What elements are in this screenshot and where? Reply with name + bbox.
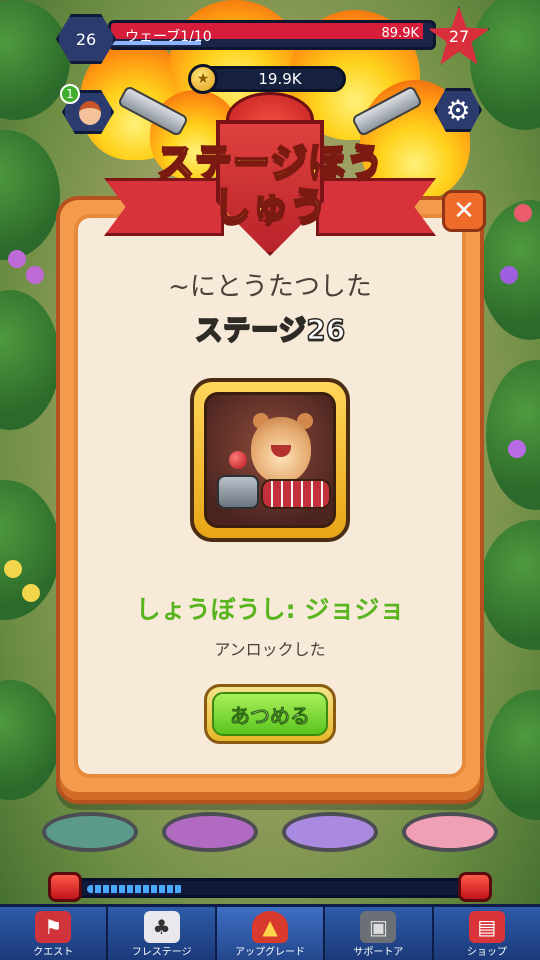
spawn-progress-fill: [87, 885, 183, 893]
bush: [0, 130, 60, 260]
tower-slot: [282, 812, 378, 852]
flower: [514, 204, 532, 222]
coin-counter: 19.9K: [196, 66, 346, 92]
nav-label: アップグレード: [235, 947, 306, 958]
flower: [22, 584, 40, 602]
notification-badge: 1: [60, 84, 80, 104]
backpack-icon: ▣: [360, 911, 397, 943]
flower: [4, 560, 22, 578]
reward-name: しょうぼうし: ジョジョ: [135, 595, 405, 624]
nav-label: サポートア: [353, 947, 404, 958]
nav-label: フレステージ: [131, 947, 192, 958]
bush: [486, 690, 540, 820]
spawn-progress-bar: [58, 878, 478, 898]
nav-label: クエスト: [33, 947, 74, 958]
dialog-title-line1: ステージほう: [155, 139, 384, 185]
hose-reel: [261, 479, 331, 509]
bush: [0, 0, 70, 120]
tower-slot: [402, 812, 498, 852]
flower: [508, 440, 526, 458]
close-button[interactable]: ✕: [442, 190, 486, 232]
wave-hp: 89.9K: [381, 26, 419, 41]
unlocked-label: アンロックした: [214, 640, 326, 659]
extinguisher-cap-right: [458, 872, 492, 902]
tower-slot: [42, 812, 138, 852]
bottom-nav: ⚑ クエスト ♣ フレステージ ▲ アップグレード ▣ サポートア ▤ ショップ: [0, 904, 540, 960]
tower-slot: [162, 812, 258, 852]
flower: [500, 266, 518, 284]
extinguisher-icon: ⚑: [35, 911, 72, 943]
flower: [8, 250, 26, 268]
helmet-icon: ▲: [252, 911, 289, 943]
bush: [480, 520, 540, 650]
nav-item-prestage[interactable]: ♣ フレステージ: [106, 907, 214, 960]
shop-icon: ▤: [468, 911, 505, 943]
bush: [0, 680, 60, 800]
wave-progress-bar: ウェーブ1/10 89.9K: [108, 20, 436, 50]
nav-item-support[interactable]: ▣ サポートア: [323, 907, 431, 960]
close-icon: ✕: [453, 196, 475, 226]
nav-item-upgrade[interactable]: ▲ アップグレード: [214, 907, 324, 960]
bush: [0, 290, 60, 430]
nav-label: ショップ: [466, 947, 507, 958]
nav-item-quest[interactable]: ⚑ クエスト: [0, 907, 106, 960]
dialog-title-line2: しゅう: [212, 183, 328, 229]
reward-character-card: [190, 378, 350, 542]
nav-item-shop[interactable]: ▤ ショップ: [431, 907, 540, 960]
coin-icon: ★: [188, 64, 218, 94]
character-portrait: [204, 392, 336, 528]
stage-label: ステージ26: [194, 312, 346, 347]
reached-label: ~にとうたつした: [168, 272, 372, 302]
extinguisher-cap-left: [48, 872, 82, 902]
avatar-face: [79, 101, 101, 125]
pump-machine: [217, 475, 259, 509]
collect-button[interactable]: あつめる: [204, 684, 336, 744]
wave-label: ウェーブ1/10: [125, 29, 212, 45]
flower: [26, 266, 44, 284]
cards-icon: ♣: [143, 911, 180, 943]
bush: [486, 360, 540, 510]
red-ball: [229, 451, 247, 469]
collect-button-label: あつめる: [212, 692, 328, 736]
